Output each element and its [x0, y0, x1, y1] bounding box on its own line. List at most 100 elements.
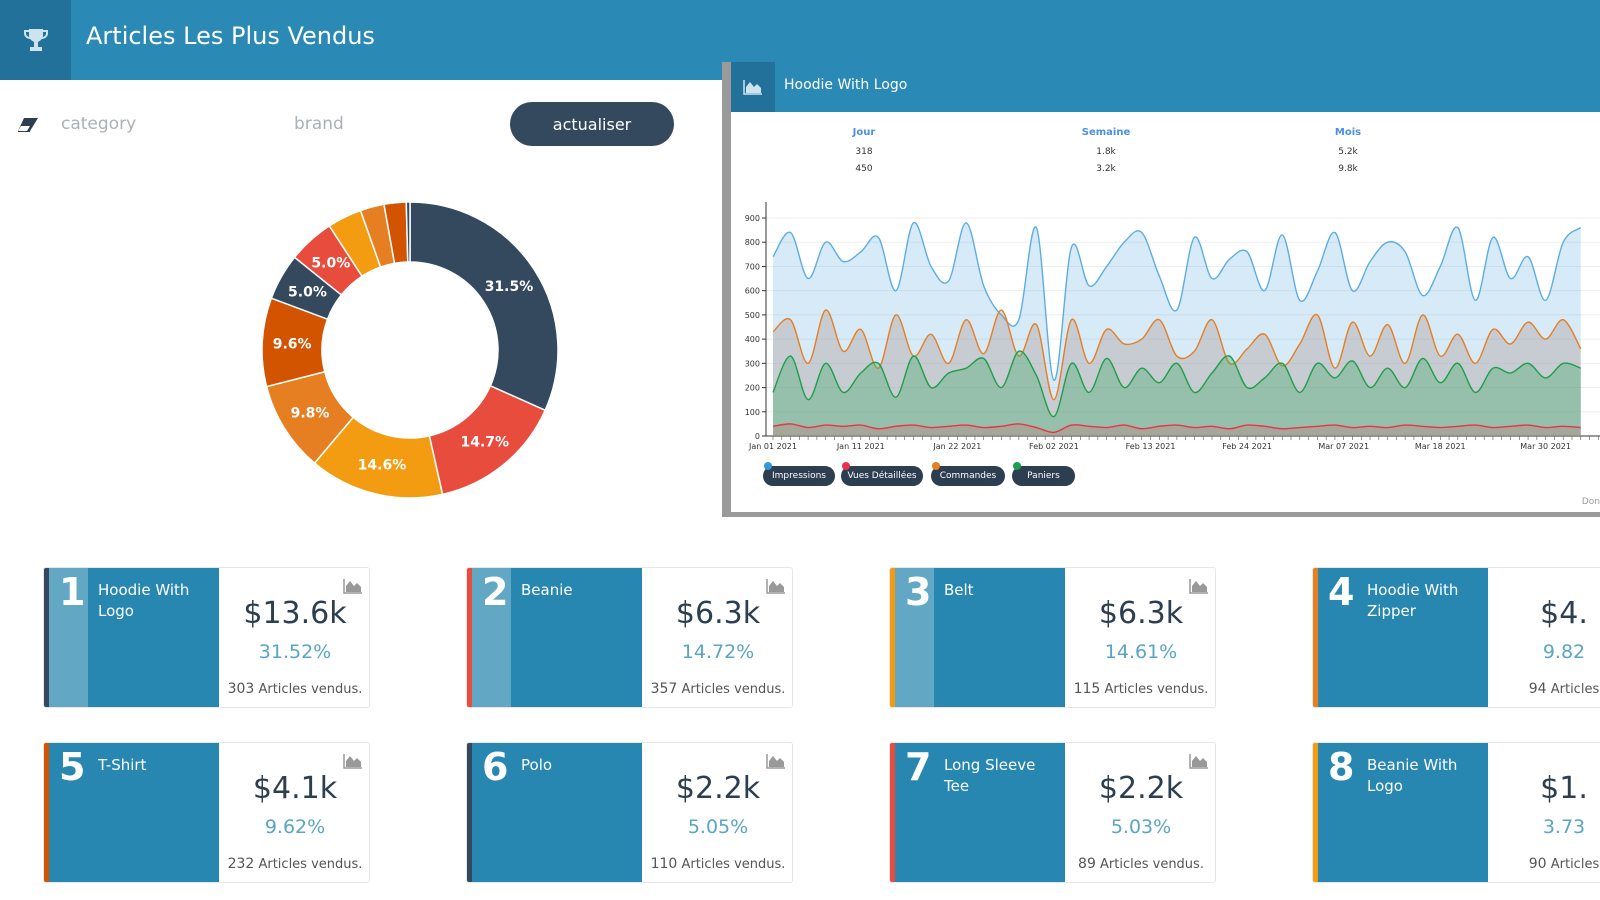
rank-number: 4	[1328, 570, 1355, 614]
y-tick-label: 300	[745, 359, 760, 368]
donut-label: 9.8%	[291, 406, 330, 422]
revenue-percent: 5.05%	[687, 816, 749, 838]
legend-impressions[interactable]: Impressions	[763, 462, 835, 486]
product-card[interactable]: 3 Belt $6.3k 14.61% 115 Articles vendus.	[889, 567, 1216, 708]
eraser-icon[interactable]	[16, 116, 40, 134]
product-chart-panel: Hoodie With Logo Jour 318 450 Semaine 1.8k 3…	[722, 62, 1600, 517]
revenue-amount: $13.6k	[243, 596, 347, 631]
y-tick-label: 100	[745, 408, 760, 417]
items-sold: 232 Articles vendus.	[227, 856, 363, 872]
y-tick-label: 600	[745, 287, 760, 296]
area-chart-icon[interactable]	[1189, 753, 1209, 769]
rank-number: 7	[905, 745, 932, 789]
card-title-block: 4 Hoodie With Zipper	[1318, 568, 1488, 707]
product-name: Hoodie With Zipper	[1367, 581, 1459, 620]
product-card[interactable]: 4 Hoodie With Zipper $4. 9.82 94 Article…	[1312, 567, 1600, 708]
card-title-block: 6 Polo	[472, 743, 642, 882]
category-filter[interactable]: category	[61, 114, 136, 134]
product-name: Polo	[521, 756, 553, 774]
revenue-amount: $4.1k	[252, 771, 338, 806]
rank-number: 2	[482, 570, 509, 614]
rank-number: 6	[482, 745, 509, 789]
legend-dot	[1013, 462, 1021, 470]
revenue-percent: 9.82	[1542, 641, 1586, 663]
area-chart-icon[interactable]	[1189, 578, 1209, 594]
card-title-block: 3 Belt	[895, 568, 1065, 707]
trophy-icon	[0, 0, 71, 80]
revenue-amount: $6.3k	[675, 596, 761, 631]
card-title-block: 1 Hoodie With Logo	[49, 568, 219, 707]
donut-segment[interactable]	[409, 201, 559, 412]
items-sold: 115 Articles vendus.	[1073, 681, 1209, 697]
brand-filter[interactable]: brand	[294, 114, 344, 134]
rank-number: 8	[1328, 745, 1355, 789]
y-tick-label: 500	[745, 311, 760, 320]
revenue-amount: $2.2k	[1098, 771, 1184, 806]
y-tick-label: 400	[745, 335, 760, 344]
legend-paniers[interactable]: Paniers	[1012, 462, 1075, 486]
chart-credit: Don	[1581, 497, 1600, 507]
revenue-amount: $2.2k	[675, 771, 761, 806]
y-tick-label: 900	[745, 214, 760, 223]
legend-dot	[764, 462, 772, 470]
x-tick-label: Jan 01 2021	[748, 442, 797, 451]
rank-number: 5	[59, 745, 86, 789]
x-tick-label: Mar 07 2021	[1318, 442, 1369, 451]
stat-day: Jour 318 450	[852, 127, 876, 174]
donut-segment[interactable]	[405, 201, 411, 263]
donut-label: 31.5%	[485, 279, 534, 295]
product-card[interactable]: 5 T-Shirt $4.1k 9.62% 232 Articles vendu…	[43, 742, 370, 883]
x-tick-label: Feb 02 2021	[1029, 442, 1079, 451]
y-tick-label: 800	[745, 238, 760, 247]
donut-label: 14.7%	[460, 434, 509, 450]
revenue-percent: 14.61%	[1104, 641, 1178, 663]
legend-dot	[932, 462, 940, 470]
items-sold: 90 Articles	[1528, 856, 1600, 872]
stat-month: Mois 5.2k 9.8k	[1334, 127, 1362, 174]
rank-number: 3	[905, 570, 932, 614]
card-title-block: 7 Long Sleeve Tee	[895, 743, 1065, 882]
product-name: Beanie	[521, 581, 573, 599]
legend-dot	[842, 462, 850, 470]
x-tick-label: Jan 22 2021	[932, 442, 981, 451]
revenue-percent: 3.73	[1542, 816, 1586, 838]
donut-label: 5.0%	[288, 285, 327, 301]
rank-number: 1	[59, 570, 86, 614]
card-title-block: 2 Beanie	[472, 568, 642, 707]
product-name: Belt	[944, 581, 974, 599]
donut-label: 5.0%	[311, 255, 350, 271]
x-tick-label: Feb 13 2021	[1126, 442, 1176, 451]
area-chart-icon	[731, 62, 775, 112]
product-card[interactable]: 2 Beanie $6.3k 14.72% 357 Articles vendu…	[466, 567, 793, 708]
stat-week: Semaine 1.8k 3.2k	[1081, 127, 1131, 174]
items-sold: 94 Articles	[1528, 681, 1600, 697]
area-chart-icon[interactable]	[766, 753, 786, 769]
legend-commandes[interactable]: Commandes	[931, 462, 1005, 486]
area-chart-icon[interactable]	[343, 753, 363, 769]
panel-title: Hoodie With Logo	[784, 77, 908, 93]
x-tick-label: Jan 11 2021	[836, 442, 885, 451]
revenue-percent: 31.52%	[258, 641, 332, 663]
product-card[interactable]: 8 Beanie With Logo $1. 3.73 90 Articles	[1312, 742, 1600, 883]
donut-label: 14.6%	[358, 458, 407, 474]
x-tick-label: Mar 18 2021	[1415, 442, 1466, 451]
y-tick-label: 700	[745, 262, 760, 271]
card-title-block: 8 Beanie With Logo	[1318, 743, 1488, 882]
revenue-percent: 14.72%	[681, 641, 755, 663]
page-title: Articles Les Plus Vendus	[86, 22, 375, 50]
revenue-amount: $4.	[1540, 596, 1588, 631]
area-chart-icon[interactable]	[766, 578, 786, 594]
product-card[interactable]: 1 Hoodie With Logo $13.6k 31.52% 303 Art…	[43, 567, 370, 708]
revenue-percent: 5.03%	[1110, 816, 1172, 838]
area-chart-icon[interactable]	[343, 578, 363, 594]
donut-label: 9.6%	[273, 337, 312, 353]
product-card[interactable]: 6 Polo $2.2k 5.05% 110 Articles vendus.	[466, 742, 793, 883]
product-name: Hoodie With Logo	[98, 581, 190, 620]
x-tick-label: Feb 24 2021	[1222, 442, 1272, 451]
product-card[interactable]: 7 Long Sleeve Tee $2.2k 5.03% 89 Article…	[889, 742, 1216, 883]
product-name: Long Sleeve Tee	[944, 756, 1036, 795]
refresh-button[interactable]: actualiser	[510, 102, 674, 146]
legend-vues[interactable]: Vues Détaillées	[841, 462, 923, 486]
panel-header: Hoodie With Logo	[731, 62, 1600, 112]
items-sold: 110 Articles vendus.	[650, 856, 786, 872]
